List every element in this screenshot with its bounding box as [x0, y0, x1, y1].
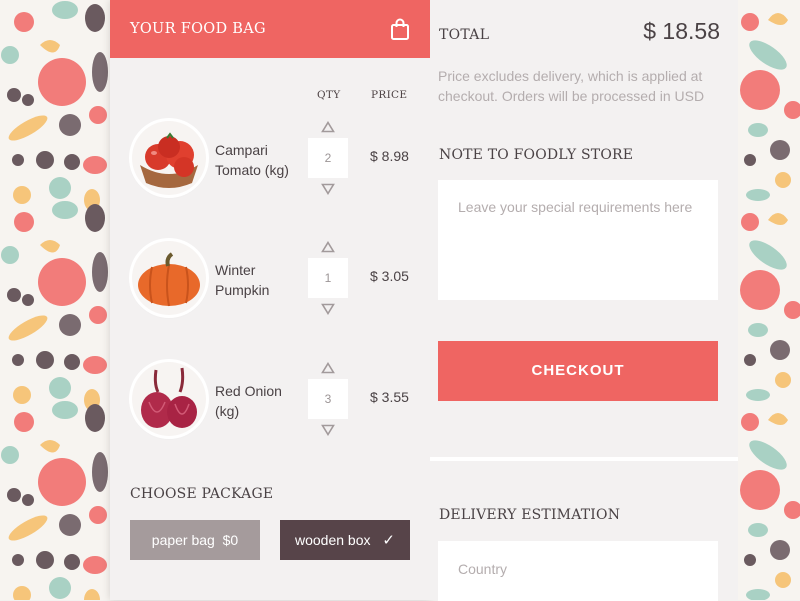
triangle-down-icon[interactable]	[321, 303, 335, 315]
choose-package-title: CHOOSE PACKAGE	[130, 486, 274, 502]
section-divider	[430, 457, 738, 461]
red-onion-image	[132, 362, 206, 436]
paper-bag-option[interactable]: paper bag $0	[130, 520, 260, 560]
checkmark-icon: ✓	[382, 532, 395, 549]
food-pattern-left-art	[1, 1, 108, 600]
paper-bag-price: $0	[222, 532, 239, 548]
country-placeholder: Country	[458, 561, 508, 577]
triangle-down-icon[interactable]	[321, 424, 335, 436]
item-name: Red Onion (kg)	[215, 383, 282, 419]
triangle-up-icon[interactable]	[321, 241, 335, 253]
food-pattern-right	[738, 0, 800, 600]
wooden-box-label: wooden box	[295, 532, 371, 548]
store-note-textarea[interactable]: Leave your special requirements here	[438, 180, 718, 300]
delivery-estimation-title: DELIVERY ESTIMATION	[439, 507, 621, 523]
price-note: Price excludes delivery, which is applie…	[438, 68, 705, 104]
triangle-down-icon[interactable]	[321, 183, 335, 195]
cart-item-red-onion: Red Onion (kg) 3 $ 3.55	[110, 362, 430, 452]
country-field[interactable]: Country	[438, 541, 718, 601]
note-title: NOTE TO FOODLY STORE	[439, 147, 634, 163]
cart-item-pumpkin: Winter Pumpkin 1 $ 3.05	[110, 241, 430, 331]
food-bag-header: YOUR FOOD BAG	[110, 0, 430, 58]
food-pattern-left	[0, 0, 110, 600]
item-price: $ 3.05	[370, 268, 409, 284]
quantity-input[interactable]: 3	[308, 379, 348, 419]
cart-item-tomato: Campari Tomato (kg) 2 $ 8.98	[110, 121, 430, 211]
wooden-box-option[interactable]: wooden box ✓	[280, 520, 410, 560]
food-bag-title: YOUR FOOD BAG	[130, 21, 266, 37]
quantity-input[interactable]: 2	[308, 138, 348, 178]
food-bag-panel: YOUR FOOD BAG QTY PRICE Campari Tomato (…	[110, 0, 430, 600]
total-label: TOTAL	[439, 27, 490, 43]
triangle-up-icon[interactable]	[321, 121, 335, 133]
triangle-up-icon[interactable]	[321, 362, 335, 374]
item-name: Winter Pumpkin	[215, 262, 270, 298]
quantity-input[interactable]: 1	[308, 258, 348, 298]
shopping-bag-icon[interactable]	[390, 18, 410, 40]
item-price: $ 3.55	[370, 389, 409, 405]
pumpkin-image	[132, 241, 206, 315]
total-value: $ 18.58	[643, 18, 720, 44]
qty-column-header: QTY	[317, 89, 341, 101]
paper-bag-label: paper bag	[151, 532, 215, 548]
item-name: Campari Tomato (kg)	[215, 142, 289, 178]
tomato-image	[132, 121, 206, 195]
item-price: $ 8.98	[370, 148, 409, 164]
food-pattern-right-art	[740, 13, 800, 600]
note-placeholder: Leave your special requirements here	[458, 199, 693, 215]
checkout-button[interactable]: CHECKOUT	[438, 341, 718, 401]
price-column-header: PRICE	[371, 89, 408, 101]
order-summary-panel: TOTAL $ 18.58 Price excludes delivery, w…	[430, 0, 738, 601]
